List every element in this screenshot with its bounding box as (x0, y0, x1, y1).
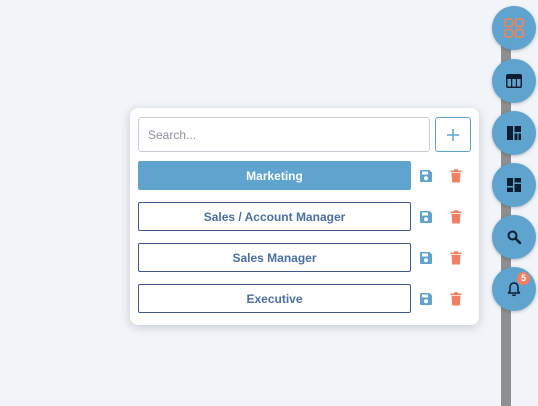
rail-table-layout-button[interactable] (492, 59, 536, 103)
notification-badge: 5 (517, 272, 530, 285)
floppy-disk-icon (420, 211, 432, 223)
layout-button-sales-account-manager[interactable]: Sales / Account Manager (138, 202, 411, 231)
rail-notifications-button[interactable]: 5 (492, 267, 536, 311)
trash-icon (450, 210, 462, 224)
layout-popover: Marketing Sales / Account Manager (130, 108, 479, 325)
layout-row: Marketing (138, 161, 471, 190)
delete-layout-button[interactable] (447, 290, 465, 308)
trash-icon (450, 169, 462, 183)
delete-layout-button[interactable] (447, 249, 465, 267)
layout-button-executive[interactable]: Executive (138, 284, 411, 313)
save-layout-button[interactable] (417, 208, 435, 226)
grid-icon (504, 18, 524, 38)
layout-row: Sales / Account Manager (138, 202, 471, 231)
save-layout-button[interactable] (417, 290, 435, 308)
save-layout-button[interactable] (417, 249, 435, 267)
layout-row: Executive (138, 284, 471, 313)
floppy-disk-icon (420, 170, 432, 182)
add-layout-button[interactable] (435, 117, 471, 152)
search-input[interactable] (138, 117, 430, 152)
rail-widgets-button[interactable] (492, 163, 536, 207)
save-layout-button[interactable] (417, 167, 435, 185)
trash-icon (450, 251, 462, 265)
delete-layout-button[interactable] (447, 208, 465, 226)
rail-dashboard-layout-button[interactable] (492, 111, 536, 155)
widgets-icon (507, 178, 521, 192)
table-layout-icon (506, 74, 522, 88)
rail-grid-button[interactable] (492, 6, 536, 50)
plus-icon (447, 128, 459, 141)
rail-search-button[interactable] (492, 215, 536, 259)
layout-button-marketing[interactable]: Marketing (138, 161, 411, 190)
page: 5 Marketing (0, 0, 538, 406)
layout-button-sales-manager[interactable]: Sales Manager (138, 243, 411, 272)
floppy-disk-icon (420, 252, 432, 264)
floppy-disk-icon (420, 293, 432, 305)
dashboard-layout-icon (507, 126, 521, 140)
layout-row: Sales Manager (138, 243, 471, 272)
search-icon (507, 230, 522, 245)
trash-icon (450, 292, 462, 306)
delete-layout-button[interactable] (447, 167, 465, 185)
